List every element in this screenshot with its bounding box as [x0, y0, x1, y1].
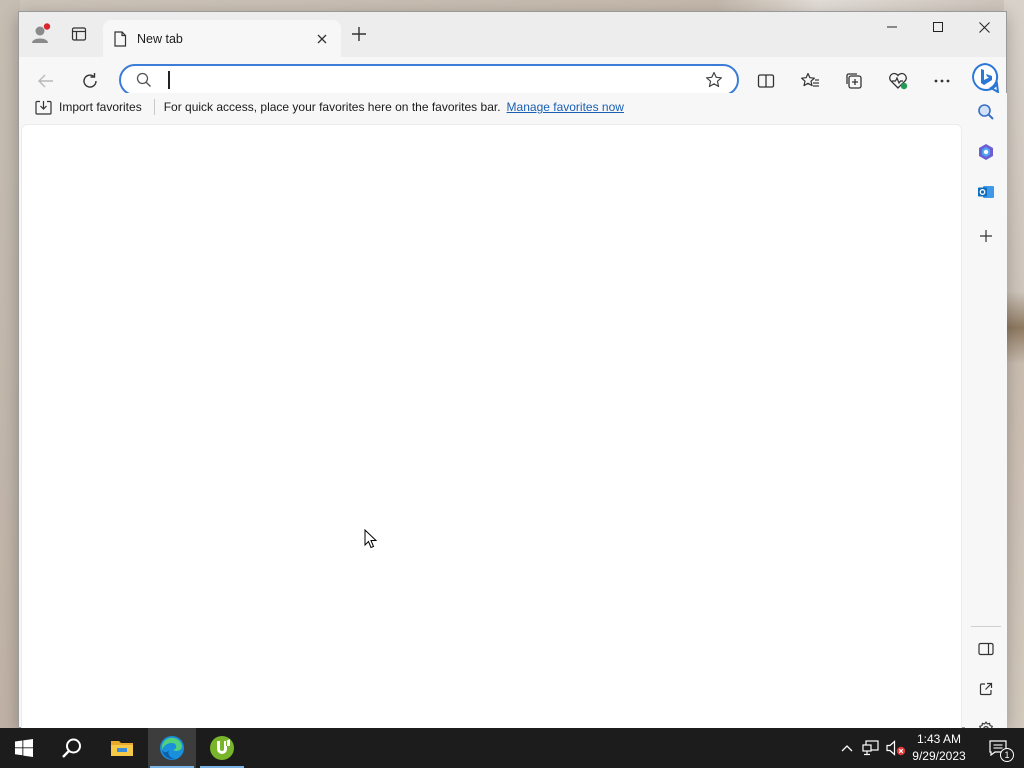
sidebar-divider	[971, 626, 1001, 627]
sidebar-add-button[interactable]	[970, 220, 1002, 252]
maximize-icon	[933, 22, 943, 32]
import-icon	[35, 100, 52, 115]
minimize-icon	[887, 26, 897, 28]
minimize-button[interactable]	[869, 12, 915, 42]
profile-icon	[32, 23, 51, 43]
search-icon	[62, 738, 81, 758]
close-window-button[interactable]	[961, 12, 1007, 42]
tab-new-tab[interactable]: New tab	[103, 20, 341, 58]
open-external-icon	[979, 682, 993, 696]
browser-essentials-icon	[889, 72, 908, 90]
utorrent-icon	[210, 736, 234, 760]
plus-icon	[980, 230, 992, 242]
clock-time: 1:43 AM	[916, 732, 962, 746]
bing-copilot-button[interactable]	[969, 61, 1001, 95]
sidebar-outlook-button[interactable]	[970, 176, 1002, 208]
edge-browser-window: New tab Import favorites For quick acces…	[18, 11, 1007, 737]
show-hidden-icons-button[interactable]	[836, 728, 858, 768]
tab-title: New tab	[137, 32, 183, 46]
windows-start-icon	[15, 739, 33, 757]
copilot-icon	[979, 144, 993, 160]
network-button[interactable]	[860, 728, 882, 768]
add-favorite-button[interactable]	[699, 66, 729, 94]
close-tab-button[interactable]	[311, 28, 333, 50]
windows-taskbar: 1:43 AM 9/29/2023 1	[0, 728, 1024, 768]
wallpaper-left	[0, 0, 20, 728]
import-favorites-button[interactable]: Import favorites	[31, 98, 146, 117]
action-center-button[interactable]: 1	[978, 728, 1018, 768]
back-button[interactable]	[31, 66, 61, 96]
title-bar: New tab	[19, 12, 1007, 58]
taskbar-search-button[interactable]	[48, 728, 96, 768]
file-explorer-button[interactable]	[98, 728, 146, 768]
outlook-icon	[978, 186, 994, 198]
refresh-icon	[83, 73, 97, 88]
more-icon	[934, 79, 950, 83]
network-icon	[862, 740, 879, 756]
split-screen-icon	[757, 74, 775, 88]
import-favorites-label: Import favorites	[59, 100, 142, 114]
start-button[interactable]	[0, 728, 48, 768]
favorites-bar: Import favorites For quick access, place…	[19, 93, 963, 121]
edge-icon	[160, 736, 184, 760]
notification-count-badge: 1	[1000, 748, 1014, 762]
profile-button[interactable]	[27, 20, 55, 48]
edge-taskbar-button[interactable]	[148, 728, 196, 768]
back-arrow-icon	[38, 74, 53, 88]
open-external-button[interactable]	[970, 673, 1002, 705]
edge-sidebar	[965, 93, 1007, 737]
chevron-up-icon	[841, 745, 853, 752]
hide-sidebar-icon	[978, 642, 994, 656]
address-bar[interactable]	[119, 64, 739, 96]
close-icon	[317, 34, 327, 44]
manage-favorites-link[interactable]: Manage favorites now	[507, 100, 624, 114]
refresh-button[interactable]	[75, 66, 105, 96]
plus-icon	[352, 27, 366, 41]
hide-sidebar-button[interactable]	[970, 633, 1002, 665]
close-icon	[978, 21, 990, 33]
utorrent-taskbar-button[interactable]	[198, 728, 246, 768]
volume-button[interactable]	[884, 728, 908, 768]
bing-icon	[972, 62, 1000, 94]
text-caret	[168, 71, 170, 89]
search-icon	[135, 71, 153, 89]
split-screen-button[interactable]	[751, 66, 781, 96]
collections-icon	[846, 73, 862, 89]
star-icon	[706, 71, 722, 88]
sidebar-copilot-button[interactable]	[970, 136, 1002, 168]
mouse-cursor-icon	[364, 529, 378, 549]
maximize-button[interactable]	[915, 12, 961, 42]
collections-button[interactable]	[839, 66, 869, 96]
tab-actions-icon	[71, 27, 87, 41]
favorites-button[interactable]	[795, 66, 825, 96]
favorites-icon	[801, 72, 819, 87]
wallpaper-right	[1004, 0, 1024, 728]
favorites-bar-divider	[153, 99, 155, 115]
file-explorer-icon	[111, 741, 133, 756]
page-content[interactable]	[21, 124, 962, 729]
page-icon	[114, 31, 127, 47]
search-icon	[978, 104, 994, 120]
volume-muted-icon	[886, 740, 906, 756]
new-tab-button[interactable]	[345, 20, 373, 48]
clock-date: 9/29/2023	[912, 749, 966, 763]
browser-essentials-button[interactable]	[883, 66, 913, 96]
address-input[interactable]	[163, 68, 699, 92]
favorites-bar-hint: For quick access, place your favorites h…	[163, 100, 501, 114]
taskbar-clock[interactable]: 1:43 AM 9/29/2023	[908, 731, 970, 765]
tab-actions-button[interactable]	[65, 20, 93, 48]
settings-and-more-button[interactable]	[927, 66, 957, 96]
sidebar-search-button[interactable]	[970, 96, 1002, 128]
